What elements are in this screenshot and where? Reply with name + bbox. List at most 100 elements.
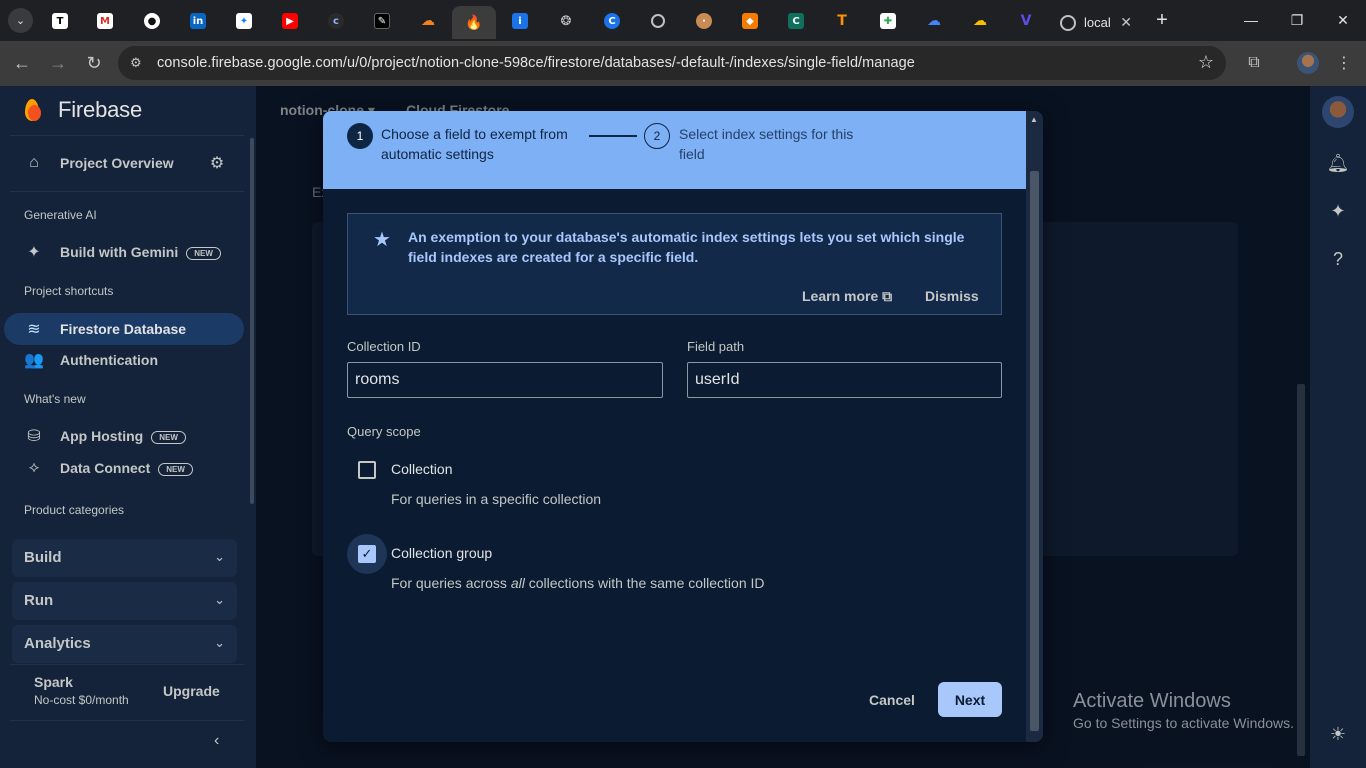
minimize-button[interactable]: — (1228, 6, 1274, 34)
star-icon: ★ (373, 229, 391, 251)
tab-openai[interactable]: ❂ (552, 8, 580, 34)
tab-c-blue[interactable]: C (598, 8, 626, 34)
bookmark-star-icon[interactable]: ☆ (1198, 52, 1214, 73)
tab-google-cloud-2[interactable]: ☁ (966, 8, 994, 34)
tab-pen[interactable]: ✎ (368, 8, 396, 34)
settings-gear-icon[interactable]: ⚙ (207, 153, 227, 173)
theme-brightness-icon[interactable]: ☀ (1326, 722, 1350, 746)
scroll-up-icon[interactable]: ▲ (1030, 115, 1038, 124)
next-button[interactable]: Next (938, 682, 1002, 717)
dialog-scrollbar[interactable]: ▲ (1026, 111, 1043, 742)
tab-local[interactable]: local ✕ (1050, 6, 1142, 39)
collection-checkbox[interactable] (358, 461, 376, 479)
new-tab-button[interactable]: + (1151, 8, 1173, 32)
tab-youtube[interactable]: ▶ (276, 8, 304, 34)
tab-globe[interactable] (644, 8, 672, 34)
collapse-sidebar-icon[interactable]: ‹ (214, 732, 219, 750)
tab-cookie[interactable]: · (690, 8, 718, 34)
restore-button[interactable]: ❐ (1274, 6, 1320, 34)
close-tab-icon[interactable]: ✕ (1120, 14, 1132, 31)
tab-c-green[interactable]: C (782, 8, 810, 34)
tab-cube[interactable]: ◆ (736, 8, 764, 34)
tab-google-cloud[interactable]: ☁ (920, 8, 948, 34)
forward-button[interactable]: → (44, 49, 72, 77)
tab-cloud[interactable]: ☁ (414, 8, 442, 34)
url-text: console.firebase.google.com/u/0/project/… (157, 55, 915, 71)
c-ring-icon: c (328, 13, 344, 29)
section-product-categories: Product categories (24, 503, 125, 517)
tab-gmail[interactable]: M (91, 8, 119, 34)
tab-search-button[interactable]: ⌄ (8, 8, 33, 33)
field-path-input[interactable] (687, 362, 1002, 398)
tab-c-ring[interactable]: c (322, 8, 350, 34)
tab-bar: ⌄ T M ● in ✦ ▶ c ✎ ☁ 🔥 i ❂ C · ◆ C T ✚ ☁… (0, 0, 1366, 41)
info-text: An exemption to your database's automati… (408, 229, 965, 265)
gmail-icon: M (97, 13, 113, 29)
sidebar-item-build-with-gemini[interactable]: ✦ Build with Gemini NEW (0, 237, 244, 267)
tensorflow-icon: T (837, 13, 847, 29)
profile-avatar[interactable] (1297, 52, 1319, 74)
address-bar[interactable]: ⚙ console.firebase.google.com/u/0/projec… (118, 46, 1226, 80)
tab-notion[interactable]: T (46, 8, 74, 34)
info-icon: i (512, 13, 528, 29)
step2-number: 2 (644, 123, 670, 149)
collection-group-option-description: For queries across all collections with … (391, 575, 765, 591)
back-button[interactable]: ← (8, 49, 36, 77)
chevron-down-icon: ⌄ (214, 635, 225, 650)
category-run[interactable]: Run ⌄ (12, 582, 237, 620)
divider (10, 191, 244, 192)
firebase-flame-icon (22, 97, 44, 123)
extensions-icon[interactable]: ⧉ (1243, 52, 1265, 74)
c-green-icon: C (788, 13, 804, 29)
v-purple-icon: V (1020, 13, 1032, 29)
sidebar-item-label: Project Overview (60, 155, 174, 171)
plan-name: Spark (34, 674, 73, 690)
collection-id-label: Collection ID (347, 339, 421, 354)
site-info-icon[interactable]: ⚙ (130, 55, 148, 71)
category-analytics[interactable]: Analytics ⌄ (12, 625, 237, 663)
browser-menu-icon[interactable]: ⋮ (1336, 52, 1352, 74)
open-in-new-icon: ⧉ (882, 288, 893, 304)
gemini-sparkle-icon[interactable]: ✦ (1326, 199, 1350, 223)
add-exemption-dialog: 1 Choose a field to exempt from automati… (323, 111, 1043, 742)
dismiss-button[interactable]: Dismiss (925, 288, 979, 304)
tab-bluesky[interactable]: ✦ (230, 8, 258, 34)
section-project-shortcuts: Project shortcuts (24, 284, 114, 298)
firebase-logo[interactable]: Firebase (22, 97, 142, 123)
notifications-bell-icon[interactable]: 🔔︎ (1326, 151, 1350, 175)
firebase-icon: 🔥 (465, 14, 483, 31)
stepper-connector (589, 135, 637, 137)
sidebar-item-authentication[interactable]: 👥 Authentication (0, 345, 244, 375)
collection-id-input[interactable] (347, 362, 663, 398)
learn-more-link[interactable]: Learn more ⧉ (802, 288, 892, 305)
account-avatar[interactable] (1322, 96, 1354, 128)
chevron-down-icon: ⌄ (214, 592, 225, 607)
tab-chat[interactable]: ● (138, 8, 166, 34)
collection-group-checkbox[interactable]: ✓ (358, 545, 376, 563)
category-build[interactable]: Build ⌄ (12, 539, 237, 577)
new-badge: NEW (151, 430, 186, 444)
sidebar-item-data-connect[interactable]: ⟡ Data Connect NEW (0, 453, 244, 483)
query-scope-label: Query scope (347, 424, 421, 439)
tab-tensorflow[interactable]: T (828, 8, 856, 34)
cancel-button[interactable]: Cancel (861, 687, 923, 713)
sidebar-item-app-hosting[interactable]: ⛁ App Hosting NEW (0, 421, 244, 451)
sidebar-item-firestore[interactable]: ≋ Firestore Database (4, 313, 244, 345)
sidebar-scrollbar[interactable] (250, 138, 254, 504)
window-close-button[interactable]: ✕ (1320, 6, 1366, 34)
tab-v-purple[interactable]: V (1012, 8, 1040, 34)
help-icon[interactable]: ? (1326, 247, 1350, 271)
scroll-thumb[interactable] (1030, 171, 1039, 731)
sidebar-item-project-overview[interactable]: ⌂ Project Overview ⚙ (0, 148, 244, 178)
section-whats-new: What's new (24, 392, 86, 406)
tab-firebase-active[interactable]: 🔥 (452, 6, 496, 39)
chevron-down-icon: ⌄ (214, 549, 225, 564)
upgrade-button[interactable]: Upgrade (163, 683, 220, 699)
right-rail: 🔔︎ ✦ ? ☀ (1310, 86, 1366, 768)
tab-linkedin[interactable]: in (184, 8, 212, 34)
youtube-icon: ▶ (282, 13, 298, 29)
tab-info[interactable]: i (506, 8, 534, 34)
tab-google-apps[interactable]: ✚ (874, 8, 902, 34)
reload-button[interactable]: ↻ (80, 49, 108, 77)
info-banner: ★ An exemption to your database's automa… (347, 213, 1002, 315)
